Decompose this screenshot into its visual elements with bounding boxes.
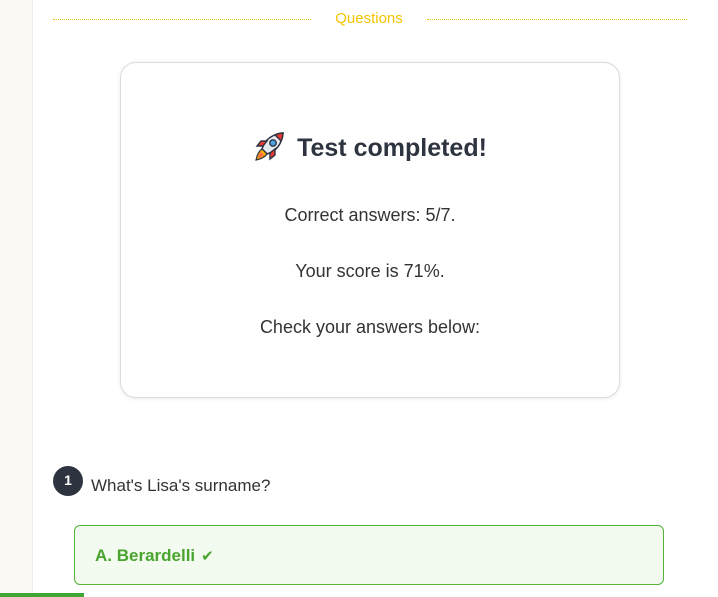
divider-line-right (427, 19, 687, 20)
divider-line-left (53, 19, 311, 20)
answer-option-label-wrap: A. Berardelli ✔ (95, 546, 214, 567)
question-text: What's Lisa's surname? (91, 476, 271, 495)
correct-answers-text: Correct answers: 5/7. (284, 205, 456, 225)
check-icon: ✔ (201, 548, 214, 565)
section-title: Questions (335, 10, 403, 27)
rocket-icon (253, 129, 287, 163)
result-card: Test completed! Correct answers: 5/7. Yo… (120, 62, 620, 398)
question-item: 1 What's Lisa's surname? (53, 466, 673, 496)
section-divider: Questions (53, 8, 687, 30)
question-number-badge: 1 (53, 466, 83, 496)
result-heading-text: Test completed! (297, 134, 487, 162)
result-heading: Test completed! (121, 129, 619, 164)
quiz-results-page: Questions Test completed! Correct answer… (32, 0, 718, 597)
answer-option-correct[interactable]: A. Berardelli ✔ (74, 525, 664, 585)
progress-bar-fill (0, 593, 84, 597)
check-answers-instruction: Check your answers below: (259, 317, 481, 337)
score-text: Your score is 71%. (295, 261, 445, 281)
answer-option-label: A. Berardelli (95, 546, 196, 565)
